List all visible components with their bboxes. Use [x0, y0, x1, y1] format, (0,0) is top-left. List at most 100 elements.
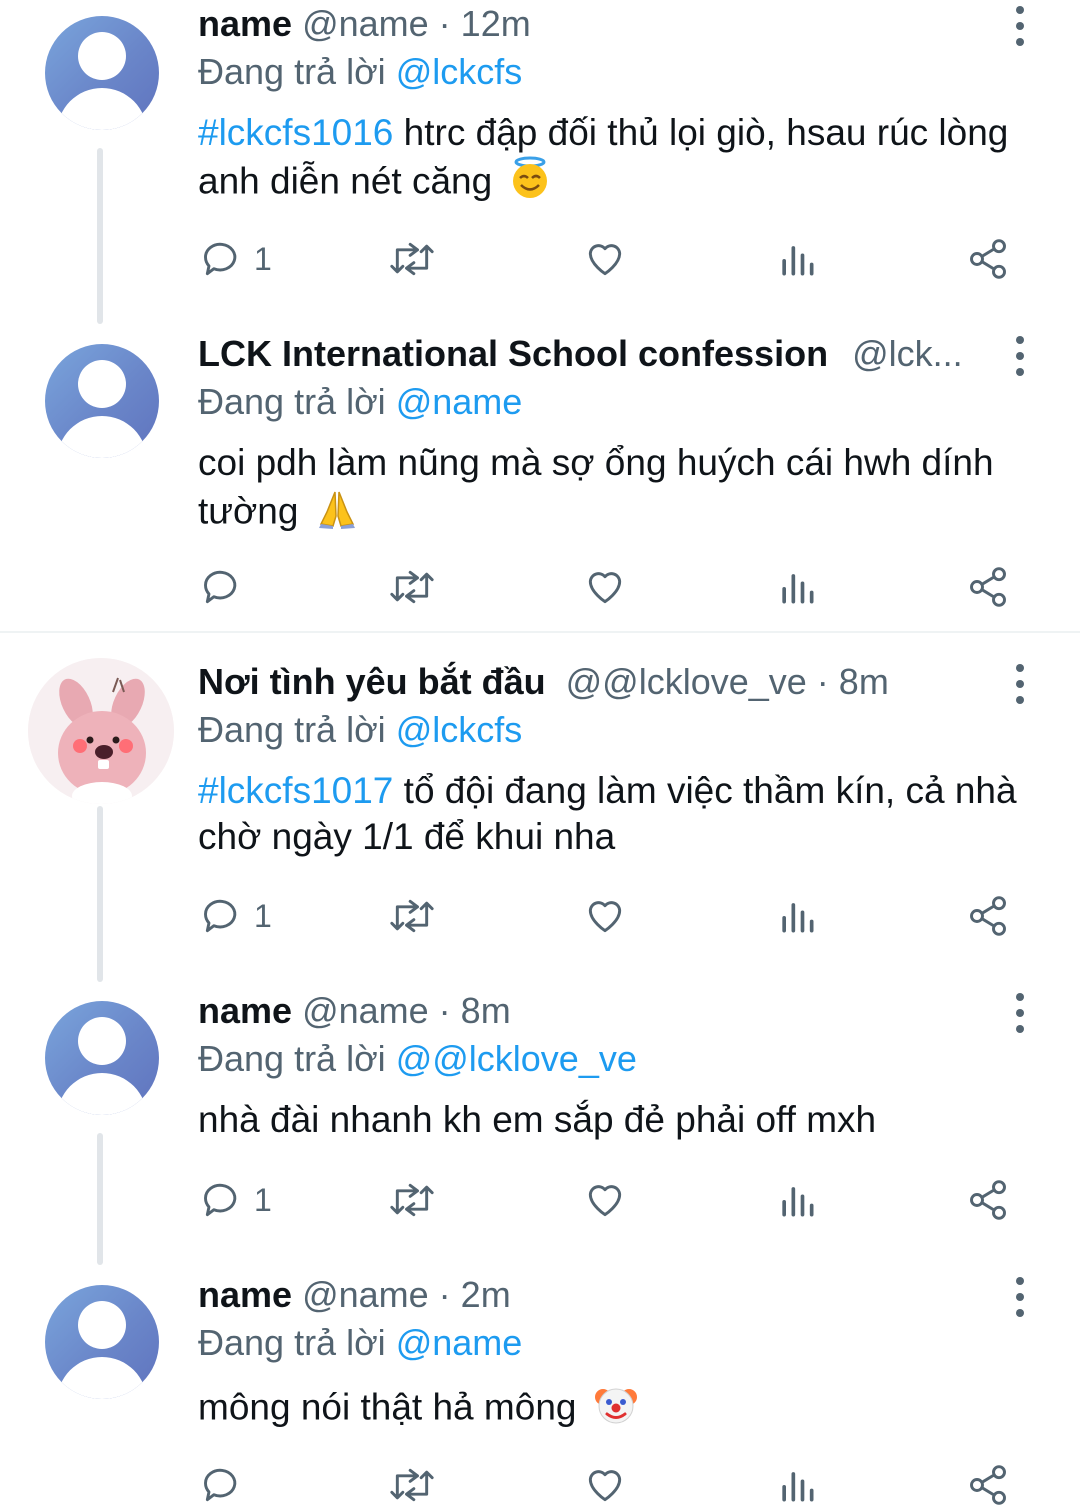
mention-link[interactable]: @@lcklove_ve [396, 1038, 637, 1079]
replying-prefix: Đang trả lời [198, 1322, 396, 1363]
mention-link[interactable]: @lckcfs [396, 709, 523, 750]
more-vertical-icon[interactable] [1005, 6, 1035, 46]
views-button[interactable] [775, 235, 819, 283]
like-button[interactable] [583, 892, 627, 940]
mention-link[interactable]: @name [396, 1322, 523, 1363]
more-vertical-icon[interactable] [1005, 336, 1035, 376]
tweet-text: coi pdh làm nũng mà sợ ổng huých cái hwh… [198, 440, 1048, 541]
avatar[interactable] [45, 344, 159, 458]
action-bar [0, 563, 1080, 611]
replying-to: Đang trả lời @lckcfs [198, 48, 522, 96]
handle[interactable]: @name [302, 1274, 429, 1315]
reply-icon [204, 570, 237, 604]
reply-count: 1 [254, 897, 272, 934]
more-vertical-icon[interactable] [1005, 664, 1035, 704]
views-button[interactable] [775, 1461, 819, 1509]
retweet-button[interactable] [388, 1461, 436, 1509]
display-name[interactable]: name [198, 1274, 292, 1315]
more-vertical-icon[interactable] [1005, 1277, 1035, 1317]
pink-beaver-avatar[interactable] [28, 658, 174, 804]
avatar[interactable] [45, 1001, 159, 1115]
reply-button[interactable]: 1 [200, 1176, 272, 1224]
share-button[interactable] [966, 563, 1010, 611]
mention-link[interactable]: @lckcfs [396, 51, 523, 92]
display-name[interactable]: Nơi tình yêu bắt đầu [198, 661, 546, 702]
reply-button[interactable]: 1 [200, 235, 272, 283]
timestamp[interactable]: 8m [461, 990, 511, 1031]
share-icon [970, 239, 1006, 279]
heart-icon [588, 572, 622, 604]
share-button[interactable] [966, 1176, 1010, 1224]
tweet-text: mông nói thật hả mông [198, 1381, 1048, 1438]
tweet-text: nhà đài nhanh kh em sắp đẻ phải off mxh [198, 1097, 1048, 1143]
hashtag-link[interactable]: #lckcfs1016 [198, 112, 393, 153]
retweet-button[interactable] [388, 892, 436, 940]
timestamp[interactable]: 2m [461, 1274, 511, 1315]
reply-button[interactable] [200, 1461, 254, 1509]
retweet-button[interactable] [388, 235, 436, 283]
separator-dot: · [428, 3, 461, 44]
tweet[interactable]: name @name · 2m Đang trả lời @name mông … [0, 1271, 1080, 1512]
hashtag-link[interactable]: #lckcfs1017 [198, 770, 393, 811]
more-vertical-icon[interactable] [1005, 993, 1035, 1033]
display-name[interactable]: LCK International School confession [198, 333, 828, 374]
display-name[interactable]: name [198, 990, 292, 1031]
action-bar: 1 [0, 1176, 1080, 1224]
share-icon [970, 1465, 1006, 1505]
tweet-header: LCK International School confession @lck… [198, 330, 988, 380]
timestamp[interactable]: 12m [461, 3, 531, 44]
tweet-text: #lckcfs1017 tổ đội đang làm việc thầm kí… [198, 768, 1048, 860]
like-button[interactable] [583, 563, 627, 611]
handle[interactable]: @lck... [852, 333, 963, 374]
mention-link[interactable]: @name [396, 381, 523, 422]
reply-icon [204, 1183, 237, 1217]
avatar[interactable] [45, 1285, 159, 1399]
retweet-icon [390, 570, 434, 604]
reply-icon [204, 242, 237, 276]
heart-icon [588, 244, 622, 276]
like-button[interactable] [583, 1461, 627, 1509]
tweet-text: #lckcfs1016 htrc đập đối thủ lọi giò, hs… [198, 110, 1048, 211]
replying-to: Đang trả lời @@lcklove_ve [198, 1035, 637, 1083]
reply-icon [204, 899, 237, 933]
action-bar: 1 [0, 235, 1080, 283]
timestamp[interactable]: 8m [839, 661, 889, 702]
retweet-button[interactable] [388, 1176, 436, 1224]
share-button[interactable] [966, 1461, 1010, 1509]
handle[interactable]: @name [302, 3, 429, 44]
views-icon [782, 246, 814, 276]
heart-icon [588, 901, 622, 933]
replying-prefix: Đang trả lời [198, 1038, 396, 1079]
tweet[interactable]: name @name · 8m Đang trả lời @@lcklove_v… [0, 987, 1080, 1267]
like-button[interactable] [583, 1176, 627, 1224]
avatar[interactable] [45, 16, 159, 130]
tweet-body: nhà đài nhanh kh em sắp đẻ phải off mxh [198, 1099, 877, 1140]
separator-dot: · [428, 990, 461, 1031]
action-bar: 1 [0, 892, 1080, 940]
reply-button[interactable]: 1 [200, 892, 272, 940]
action-bar [0, 1461, 1080, 1509]
handle[interactable]: @name [302, 990, 429, 1031]
views-button[interactable] [775, 892, 819, 940]
views-icon [782, 1187, 814, 1217]
display-name[interactable]: name [198, 3, 292, 44]
replying-prefix: Đang trả lời [198, 709, 396, 750]
share-button[interactable] [966, 235, 1010, 283]
views-button[interactable] [775, 1176, 819, 1224]
reply-button[interactable] [200, 563, 254, 611]
share-icon [970, 1180, 1006, 1220]
share-icon [970, 567, 1006, 607]
handle[interactable]: @@lcklove_ve [566, 661, 807, 702]
reply-count: 1 [254, 240, 272, 277]
tweet[interactable]: name @name · 12m Đang trả lời @lckcfs #l… [0, 0, 1080, 324]
tweet[interactable]: Nơi tình yêu bắt đầu @@lcklove_ve · 8m Đ… [0, 658, 1080, 982]
retweet-icon [390, 899, 434, 933]
like-button[interactable] [583, 235, 627, 283]
heart-icon [588, 1185, 622, 1217]
share-button[interactable] [966, 892, 1010, 940]
tweet[interactable]: LCK International School confession @lck… [0, 330, 1080, 630]
views-button[interactable] [775, 563, 819, 611]
replying-to: Đang trả lời @lckcfs [198, 706, 522, 754]
retweet-button[interactable] [388, 563, 436, 611]
replying-prefix: Đang trả lời [198, 381, 396, 422]
